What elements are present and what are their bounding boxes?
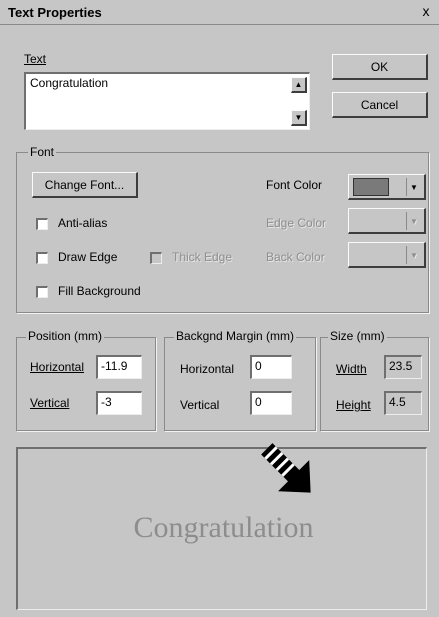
font-color-picker[interactable]: ▼ <box>348 174 426 200</box>
text-value: Congratulation <box>30 76 109 90</box>
fill-background-label: Fill Background <box>58 284 141 298</box>
edge-color-picker: ▼ <box>348 208 426 234</box>
chevron-down-icon: ▼ <box>406 246 421 264</box>
chevron-down-icon: ▼ <box>406 212 421 230</box>
draw-edge-label: Draw Edge <box>58 250 118 264</box>
margin-legend: Backgnd Margin (mm) <box>174 329 297 343</box>
position-group <box>16 337 156 431</box>
size-width-label: Width <box>336 362 367 376</box>
size-height-value: 4.5 <box>384 391 422 415</box>
margin-horizontal-label: Horizontal <box>180 362 235 376</box>
back-color-label: Back Color <box>266 250 325 264</box>
text-preview: Congratulation <box>16 447 427 610</box>
dialog-title: Text Properties <box>8 5 102 20</box>
edge-color-label: Edge Color <box>266 216 327 230</box>
close-icon[interactable]: x <box>418 3 434 19</box>
position-vertical-label: Vertical <box>30 396 70 410</box>
font-color-label: Font Color <box>266 178 323 192</box>
change-font-button[interactable]: Change Font... <box>32 172 138 198</box>
size-width-value: 23.5 <box>384 355 422 379</box>
thick-edge-label: Thick Edge <box>172 250 233 264</box>
anti-alias-checkbox[interactable] <box>36 218 48 230</box>
position-horizontal-label: Horizontal <box>30 360 85 374</box>
ok-button[interactable]: OK <box>332 54 428 80</box>
size-height-label: Height <box>336 398 371 412</box>
margin-vertical-input[interactable]: 0 <box>250 391 292 415</box>
thick-edge-checkbox <box>150 252 162 264</box>
position-legend: Position (mm) <box>26 329 105 343</box>
anti-alias-label: Anti-alias <box>58 216 108 230</box>
position-horizontal-input[interactable]: -11.9 <box>96 355 142 379</box>
size-group <box>320 337 429 431</box>
margin-group <box>164 337 316 431</box>
fill-background-checkbox[interactable] <box>36 286 48 298</box>
preview-text: Congratulation <box>133 511 314 544</box>
margin-vertical-label: Vertical <box>180 398 220 412</box>
text-label: Text <box>24 52 47 66</box>
cancel-button[interactable]: Cancel <box>332 92 428 118</box>
position-vertical-input[interactable]: -3 <box>96 391 142 415</box>
back-color-picker: ▼ <box>348 242 426 268</box>
font-group-legend: Font <box>28 145 57 159</box>
text-input[interactable]: Congratulation ▲ ▼ <box>24 72 310 130</box>
margin-horizontal-input[interactable]: 0 <box>250 355 292 379</box>
font-color-swatch <box>353 177 389 196</box>
scroll-down-icon[interactable]: ▼ <box>291 110 307 126</box>
title-divider <box>0 24 439 25</box>
chevron-down-icon: ▼ <box>406 178 421 196</box>
pointer-arrow-icon <box>261 443 311 493</box>
size-legend: Size (mm) <box>328 329 387 343</box>
scroll-up-icon[interactable]: ▲ <box>291 77 307 93</box>
draw-edge-checkbox[interactable] <box>36 252 48 264</box>
